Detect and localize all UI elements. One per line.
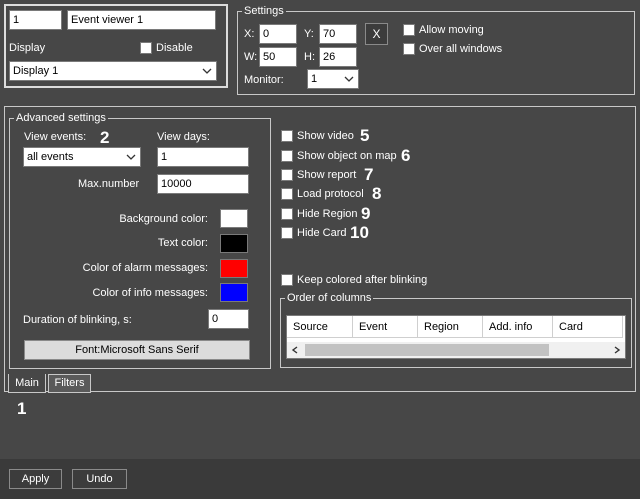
- show-video-label: Show video: [297, 130, 354, 142]
- undo-button[interactable]: Undo: [72, 469, 127, 489]
- column-header-region[interactable]: Region: [418, 316, 483, 338]
- show-video-checkbox[interactable]: Show video: [281, 129, 354, 143]
- hide-card-checkbox[interactable]: Hide Card: [281, 226, 347, 240]
- info-color-label: Color of info messages:: [92, 287, 208, 299]
- column-header-add-info[interactable]: Add. info: [483, 316, 553, 338]
- reset-position-button[interactable]: X: [365, 23, 388, 45]
- show-report-checkbox-box[interactable]: [281, 169, 293, 181]
- show-object-on-map-label: Show object on map: [297, 150, 397, 162]
- chevron-down-icon: [344, 76, 354, 82]
- show-report-checkbox[interactable]: Show report: [281, 168, 356, 182]
- monitor-select[interactable]: 1: [307, 69, 359, 89]
- display-select-value: Display 1: [13, 65, 59, 77]
- hide-card-checkbox-box[interactable]: [281, 227, 293, 239]
- keep-colored-label: Keep colored after blinking: [297, 274, 428, 286]
- keep-colored-checkbox-box[interactable]: [281, 274, 293, 286]
- callout-7: 7: [364, 165, 374, 184]
- tab-filters[interactable]: Filters: [48, 374, 91, 393]
- callout-4: 4: [227, 175, 237, 194]
- monitor-label: Monitor:: [244, 74, 284, 86]
- x-label: X:: [244, 28, 255, 40]
- scroll-right-icon[interactable]: [613, 346, 621, 354]
- w-label: W:: [244, 51, 258, 63]
- callout-9: 9: [361, 204, 371, 223]
- tab-main-label: Main: [15, 377, 39, 389]
- chevron-down-icon: [202, 68, 212, 74]
- blink-duration-field[interactable]: 0: [208, 309, 249, 329]
- column-header-event[interactable]: Event: [353, 316, 418, 338]
- horizontal-scrollbar[interactable]: [287, 342, 625, 358]
- scrollbar-thumb[interactable]: [305, 344, 549, 356]
- tab-main[interactable]: Main: [8, 374, 46, 393]
- disable-checkbox-box[interactable]: [140, 42, 152, 54]
- settings-title: Settings: [242, 5, 286, 17]
- alarm-color-swatch[interactable]: [220, 259, 248, 278]
- order-of-columns-title: Order of columns: [285, 292, 374, 304]
- callout-5: 5: [360, 126, 370, 145]
- y-label: Y:: [304, 28, 314, 40]
- column-header-source[interactable]: Source: [287, 316, 353, 338]
- object-id-field[interactable]: 1: [9, 10, 62, 30]
- callout-10: 10: [350, 223, 369, 242]
- display-label: Display: [9, 42, 46, 54]
- h-label: H:: [304, 51, 315, 63]
- background-color-label: Background color:: [119, 213, 208, 225]
- background-color-swatch[interactable]: [220, 209, 248, 228]
- max-number-label: Max.number: [78, 178, 140, 190]
- view-events-select-value: all events: [27, 151, 74, 163]
- blink-duration-label: Duration of blinking, s:: [23, 314, 132, 326]
- hide-region-checkbox-box[interactable]: [281, 208, 293, 220]
- callout-8: 8: [372, 184, 382, 203]
- chevron-down-icon: [126, 154, 136, 160]
- tab-filters-label: Filters: [54, 377, 85, 389]
- text-color-label: Text color:: [157, 237, 208, 249]
- hide-region-checkbox[interactable]: Hide Region: [281, 207, 358, 221]
- h-field[interactable]: 26: [319, 47, 357, 67]
- load-protocol-checkbox-box[interactable]: [281, 188, 293, 200]
- view-events-label: View events:: [24, 131, 87, 143]
- object-name-field[interactable]: Event viewer 1: [67, 10, 216, 30]
- callout-2: 2: [100, 128, 110, 147]
- font-button[interactable]: Font:Microsoft Sans Serif: [24, 340, 250, 360]
- monitor-select-value: 1: [311, 73, 318, 85]
- show-video-checkbox-box[interactable]: [281, 130, 293, 142]
- x-field[interactable]: 0: [259, 24, 297, 44]
- load-protocol-checkbox[interactable]: Load protocol: [281, 187, 364, 201]
- allow-moving-checkbox-box[interactable]: [403, 24, 415, 36]
- hide-region-label: Hide Region: [297, 208, 358, 220]
- apply-button[interactable]: Apply: [9, 469, 62, 489]
- over-all-windows-label: Over all windows: [419, 43, 503, 55]
- over-all-windows-checkbox[interactable]: Over all windows: [403, 42, 502, 56]
- display-select[interactable]: Display 1: [9, 61, 217, 81]
- columns-table: Source Event Region Add. info Card: [286, 315, 626, 359]
- callout-1-tabs: 1: [17, 399, 27, 418]
- callout-6: 6: [401, 146, 411, 165]
- disable-checkbox[interactable]: Disable: [140, 41, 193, 55]
- allow-moving-checkbox[interactable]: Allow moving: [403, 23, 484, 37]
- disable-label: Disable: [156, 42, 193, 54]
- allow-moving-label: Allow moving: [419, 24, 484, 36]
- view-days-label: View days:: [157, 131, 210, 143]
- text-color-swatch[interactable]: [220, 234, 248, 253]
- alarm-color-label: Color of alarm messages:: [82, 262, 208, 274]
- show-object-on-map-checkbox-box[interactable]: [281, 150, 293, 162]
- column-header-card[interactable]: Card: [553, 316, 623, 338]
- view-events-select[interactable]: all events: [23, 147, 141, 167]
- show-report-label: Show report: [297, 169, 357, 181]
- callout-3: 3: [227, 148, 237, 167]
- load-protocol-label: Load protocol: [297, 188, 364, 200]
- advanced-settings-title: Advanced settings: [14, 112, 108, 124]
- over-all-windows-checkbox-box[interactable]: [403, 43, 415, 55]
- keep-colored-checkbox[interactable]: Keep colored after blinking: [281, 273, 427, 287]
- hide-card-label: Hide Card: [297, 227, 347, 239]
- scroll-left-icon[interactable]: [291, 346, 299, 354]
- y-field[interactable]: 70: [319, 24, 357, 44]
- w-field[interactable]: 50: [259, 47, 297, 67]
- info-color-swatch[interactable]: [220, 283, 248, 302]
- show-object-on-map-checkbox[interactable]: Show object on map: [281, 149, 397, 163]
